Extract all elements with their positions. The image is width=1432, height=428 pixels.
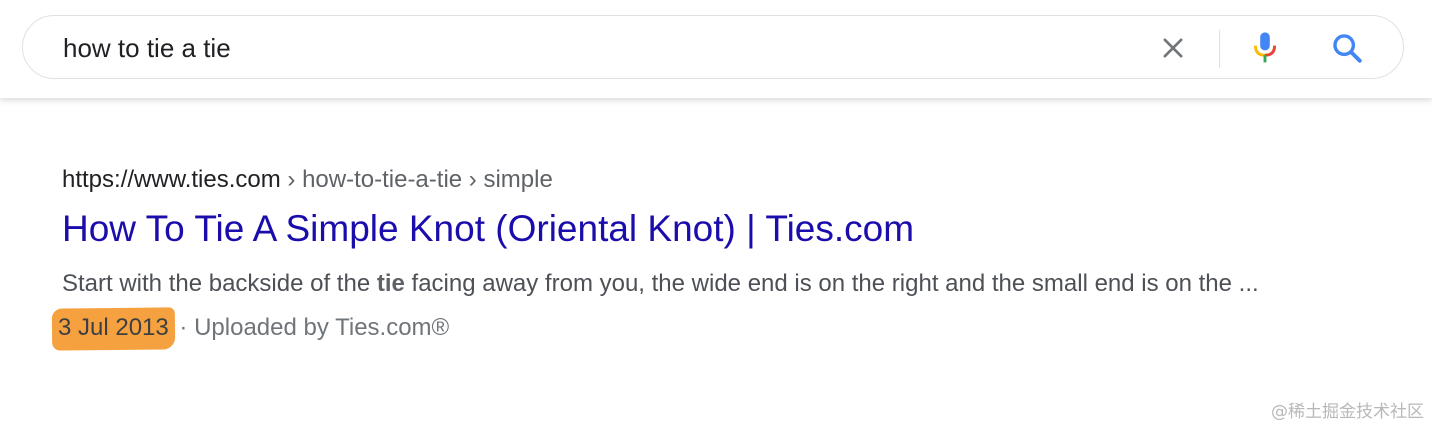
result-date: 3 Jul 2013 — [58, 314, 169, 341]
search-header — [0, 0, 1432, 98]
snippet-text-before: Start with the backside of the — [62, 270, 377, 297]
snippet-keyword: tie — [376, 270, 405, 297]
snippet-text-after: facing away from you, the wide end is on… — [404, 270, 1259, 297]
microphone-icon — [1253, 32, 1277, 63]
result-snippet: Start with the backside of the tie facin… — [62, 262, 1272, 306]
voice-search-button[interactable] — [1243, 26, 1287, 70]
result-url-base: https://www.ties.com — [62, 166, 281, 193]
search-icon — [1333, 34, 1362, 63]
search-input[interactable] — [63, 28, 1143, 68]
result-url-path: › how-to-tie-a-tie › simple — [280, 166, 553, 193]
result-meta: 3 Jul 2013 · Uploaded by Ties.com® — [58, 306, 1282, 350]
clear-search-button[interactable] — [1149, 28, 1197, 68]
search-submit-button[interactable] — [1325, 26, 1369, 70]
search-divider — [1219, 30, 1220, 68]
close-icon — [1163, 38, 1183, 58]
search-box[interactable] — [22, 15, 1404, 79]
watermark: @稀土掘金技术社区 — [1271, 402, 1424, 422]
highlighted-date: 3 Jul 2013 — [56, 306, 173, 350]
search-result: https://www.ties.com › how-to-tie-a-tie … — [58, 162, 1282, 350]
result-breadcrumb[interactable]: https://www.ties.com › how-to-tie-a-tie … — [62, 162, 1282, 198]
result-title-link[interactable]: How To Tie A Simple Knot (Oriental Knot)… — [62, 204, 1282, 254]
result-uploader: · Uploaded by Ties.com® — [172, 314, 450, 341]
search-results-page: https://www.ties.com › how-to-tie-a-tie … — [0, 0, 1432, 428]
